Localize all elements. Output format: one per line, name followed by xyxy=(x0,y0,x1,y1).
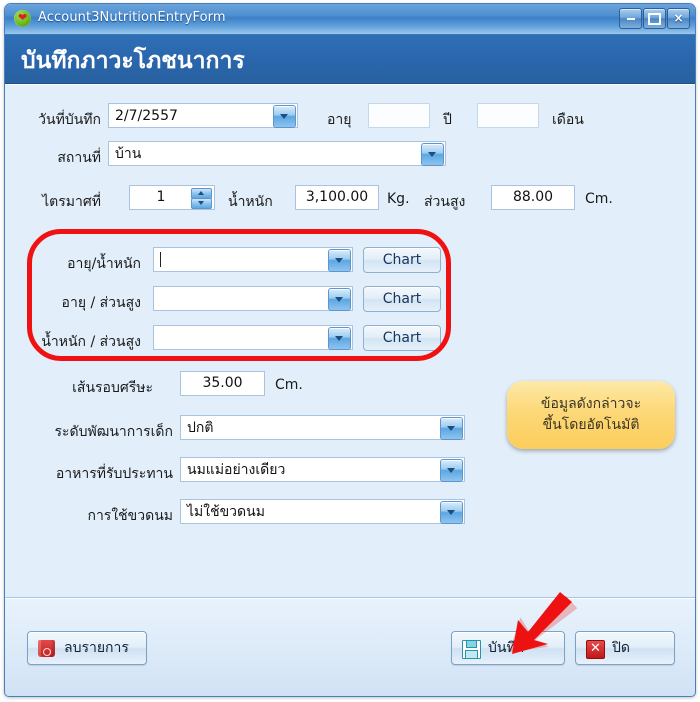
form-body: วันที่บันทึก 2/7/2557 อายุ ปี เดือน สถาน… xyxy=(5,84,695,598)
age-months-input[interactable] xyxy=(477,103,539,128)
height-unit: Cm. xyxy=(585,191,613,207)
height-label: ส่วนสูง xyxy=(424,194,466,210)
date-label: วันที่บันทึก xyxy=(38,112,101,128)
food-intake-combo[interactable]: นมแม่อย่างเดียว xyxy=(180,457,465,482)
weight-height-combo[interactable] xyxy=(153,325,353,350)
age-years-input[interactable] xyxy=(368,103,430,128)
chart-button-age-height[interactable]: Chart xyxy=(363,286,441,312)
page-title: บันทึกภาวะโภชนาการ xyxy=(21,48,245,74)
date-combo[interactable]: 2/7/2557 xyxy=(108,103,298,128)
quarter-value: 1 xyxy=(156,189,166,205)
callout-annotation: ข้อมูลดังกล่าวจะ ขึ้นโดยอัตโนมัติ xyxy=(507,381,675,449)
floppy-disk-icon xyxy=(462,640,481,659)
place-value: บ้าน xyxy=(115,146,142,162)
maximize-button[interactable] xyxy=(643,8,666,29)
chart-button-weight-height[interactable]: Chart xyxy=(363,325,441,351)
head-circumference-unit: Cm. xyxy=(275,377,303,393)
window-title: Account3NutritionEntryForm xyxy=(38,10,226,25)
chevron-down-icon[interactable] xyxy=(328,249,351,272)
close-button-label: ปิด xyxy=(612,640,630,656)
minimize-icon xyxy=(626,18,635,20)
head-circumference-input[interactable]: 35.00 xyxy=(180,371,265,396)
age-label: อายุ xyxy=(327,112,352,128)
stepper-down-icon[interactable] xyxy=(191,198,212,209)
date-value: 2/7/2557 xyxy=(115,108,178,124)
close-window-button[interactable]: × xyxy=(667,8,690,29)
chart-button-age-weight[interactable]: Chart xyxy=(363,247,441,273)
minimize-button[interactable] xyxy=(619,8,642,29)
text-cursor xyxy=(160,252,161,267)
quarter-stepper[interactable]: 1 xyxy=(129,185,215,210)
trash-icon xyxy=(38,640,55,657)
chevron-down-icon[interactable] xyxy=(328,327,351,350)
weight-height-label: น้ำหนัก / ส่วนสูง xyxy=(41,334,141,350)
heart-glyph: ❤ xyxy=(18,11,28,24)
place-label: สถานที่ xyxy=(57,150,101,166)
development-level-combo[interactable]: ปกติ xyxy=(180,415,465,440)
food-intake-value: นมแม่อย่างเดียว xyxy=(187,462,286,478)
maximize-icon xyxy=(648,13,661,25)
chevron-down-icon[interactable] xyxy=(421,143,444,166)
title-bar: ❤ Account3NutritionEntryForm × xyxy=(5,4,695,35)
header-band: บันทึกภาวะโภชนาการ xyxy=(5,35,695,84)
age-weight-combo[interactable] xyxy=(153,247,353,272)
delete-button-label: ลบรายการ xyxy=(64,640,129,656)
development-level-value: ปกติ xyxy=(187,420,214,436)
quarter-label: ไตรมาศที่ xyxy=(42,194,101,210)
chevron-down-icon[interactable] xyxy=(328,288,351,311)
chevron-down-icon[interactable] xyxy=(440,501,463,524)
age-weight-label: อายุ/น้ำหนัก xyxy=(67,256,141,272)
weight-label: น้ำหนัก xyxy=(228,194,273,210)
age-years-unit: ปี xyxy=(443,112,452,128)
weight-input[interactable]: 3,100.00 xyxy=(295,185,379,210)
callout-line-2: ขึ้นโดยอัตโนมัติ xyxy=(542,417,640,433)
head-circumference-label: เส้นรอบศรีษะ xyxy=(72,380,153,396)
chevron-down-icon[interactable] xyxy=(440,459,463,482)
height-input[interactable]: 88.00 xyxy=(491,185,575,210)
chevron-down-icon[interactable] xyxy=(440,417,463,440)
chevron-down-icon[interactable] xyxy=(273,105,296,128)
bottle-use-label: การใช้ขวดนม xyxy=(87,508,173,524)
weight-unit: Kg. xyxy=(387,191,410,207)
callout-line-1: ข้อมูลดังกล่าวจะ xyxy=(540,396,642,412)
age-height-combo[interactable] xyxy=(153,286,353,311)
food-intake-label: อาหารที่รับประทาน xyxy=(55,466,173,482)
age-height-label: อายุ / ส่วนสูง xyxy=(61,295,141,311)
development-level-label: ระดับพัฒนาการเด็ก xyxy=(54,424,173,440)
heart-in-circle-icon: ❤ xyxy=(14,10,31,27)
age-months-unit: เดือน xyxy=(552,112,584,128)
arrow-annotation xyxy=(509,592,578,654)
bottle-use-value: ไม่ใช้ขวดนม xyxy=(187,504,265,520)
delete-button[interactable]: ลบรายการ xyxy=(27,631,147,665)
bottle-use-combo[interactable]: ไม่ใช้ขวดนม xyxy=(180,499,465,524)
place-combo[interactable]: บ้าน xyxy=(108,141,446,166)
